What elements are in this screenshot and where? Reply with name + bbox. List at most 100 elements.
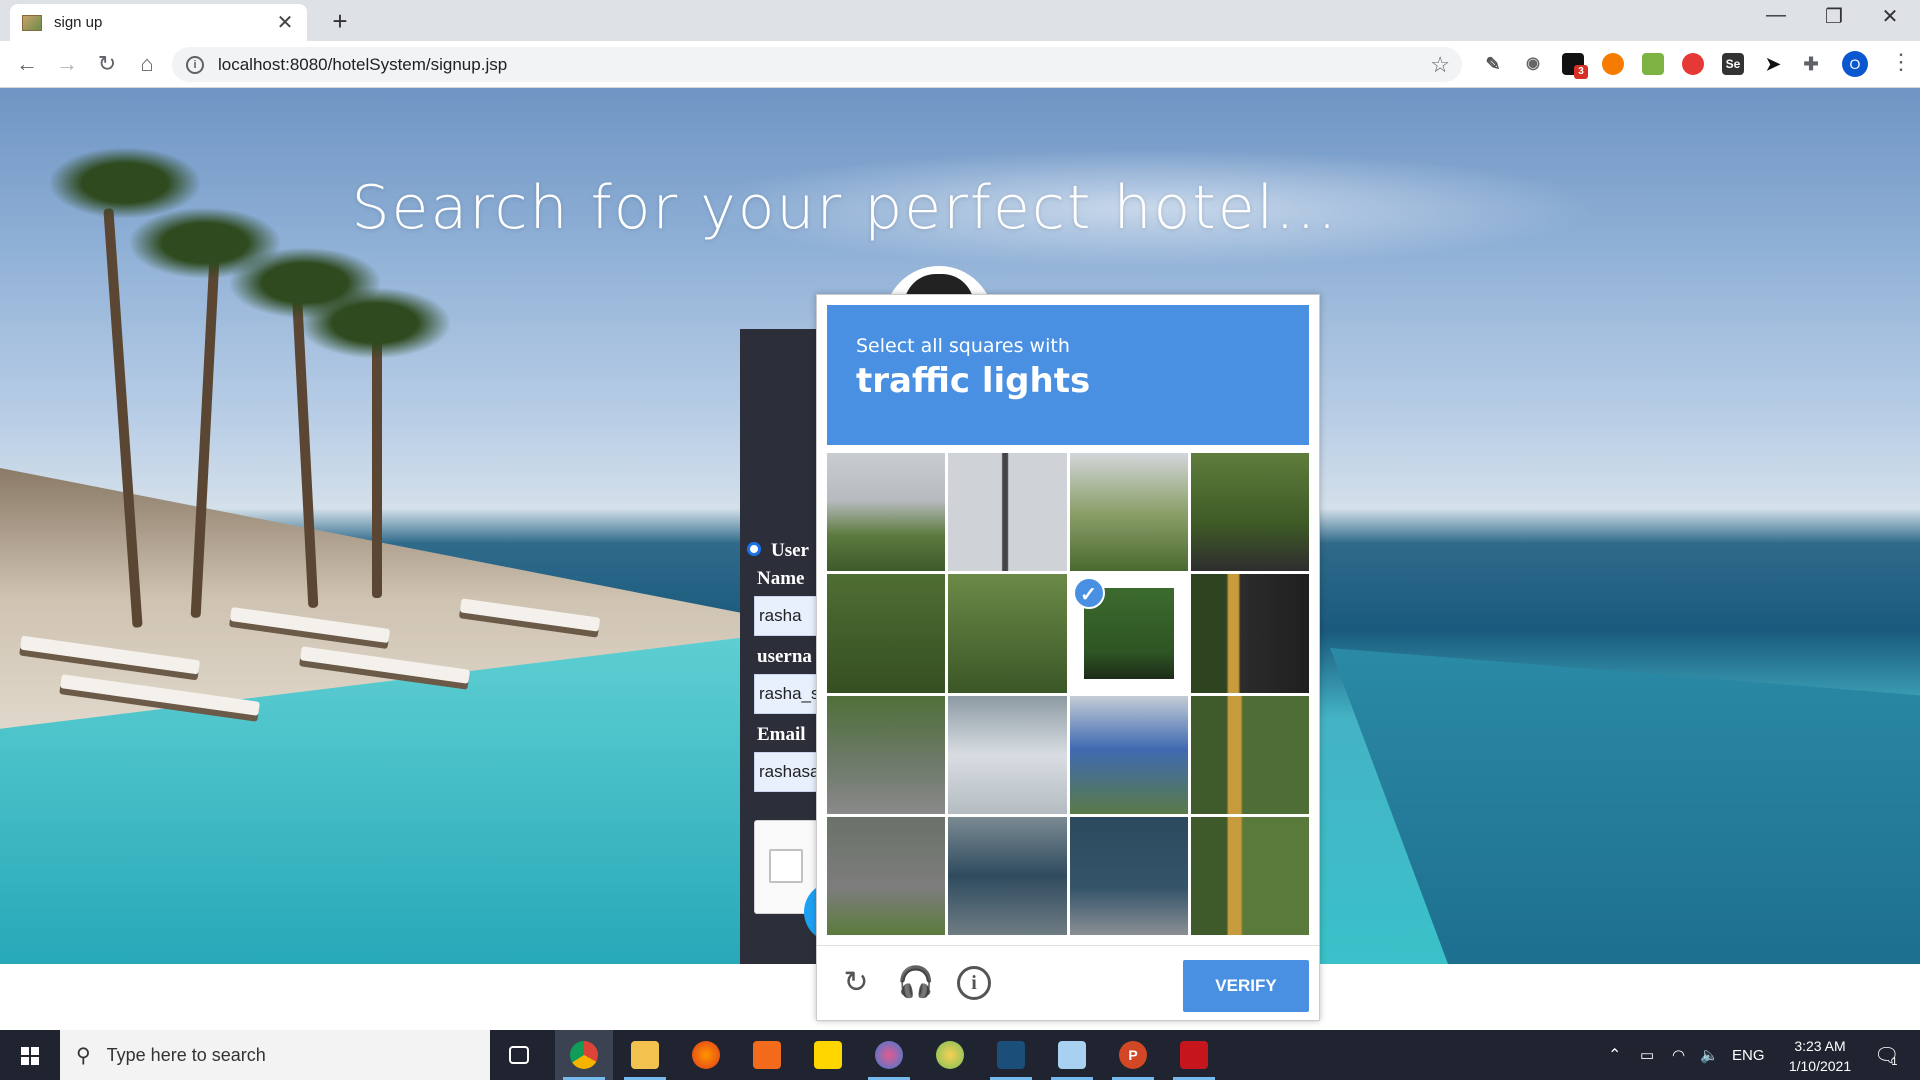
clock-time: 3:23 AM <box>1794 1038 1846 1054</box>
taskbar-paint[interactable] <box>860 1030 918 1080</box>
tray-overflow-icon[interactable]: ⌃ <box>1608 1030 1621 1080</box>
notification-center-icon[interactable]: 🗨 1 <box>1874 1030 1899 1080</box>
captcha-tile[interactable] <box>948 816 1067 935</box>
captcha-tile[interactable] <box>948 574 1067 693</box>
windows-logo-icon <box>21 1047 39 1065</box>
cube-icon <box>1058 1041 1086 1069</box>
tile-checkmark-icon: ✓ <box>1072 577 1105 610</box>
captcha-prompt: Select all squares with <box>856 335 1070 357</box>
taskbar-sticky-notes[interactable] <box>799 1030 857 1080</box>
captcha-tile[interactable] <box>948 453 1067 572</box>
taskbar-file-explorer[interactable] <box>616 1030 674 1080</box>
red-extension-icon[interactable] <box>1682 53 1704 75</box>
captcha-tile[interactable] <box>827 695 946 814</box>
profile-avatar[interactable]: O <box>1842 51 1868 77</box>
taskbar-paint3d[interactable] <box>921 1030 979 1080</box>
hero-title: Search for your perfect hotel... <box>351 173 1339 243</box>
volume-icon[interactable]: 🔈 <box>1700 1030 1719 1080</box>
verify-button[interactable]: VERIFY <box>1183 960 1309 1012</box>
captcha-tile[interactable] <box>827 816 946 935</box>
screenshot-extension-icon[interactable]: ◉ <box>1522 53 1544 75</box>
pdf-icon <box>1180 1041 1208 1069</box>
captcha-tile[interactable] <box>1069 816 1188 935</box>
arrow-extension-icon[interactable]: ➤ <box>1762 53 1784 75</box>
paint-icon <box>875 1041 903 1069</box>
extension-badge-icon[interactable]: 3 <box>1562 53 1588 79</box>
captcha-tile[interactable] <box>1190 574 1309 693</box>
forward-icon[interactable]: → <box>54 51 80 77</box>
battery-icon[interactable]: ▭ <box>1640 1030 1654 1080</box>
browser-toolbar: ← → ↻ ⌂ i localhost:8080/hotelSystem/sig… <box>0 41 1920 88</box>
search-icon: ⚲ <box>76 1044 91 1067</box>
tab-title: sign up <box>54 14 103 31</box>
folder-icon <box>631 1041 659 1069</box>
taskbar-chrome[interactable] <box>555 1030 613 1080</box>
firefox-icon <box>692 1041 720 1069</box>
palette-icon <box>936 1041 964 1069</box>
extension-badge-count: 3 <box>1574 65 1588 79</box>
user-type-radio[interactable] <box>747 542 761 556</box>
xampp-icon <box>753 1041 781 1069</box>
captcha-challenge-dialog: Select all squares with traffic lights ✓… <box>816 294 1320 1021</box>
taskbar-firefox[interactable] <box>677 1030 735 1080</box>
browser-tab[interactable]: sign up ✕ <box>10 4 307 41</box>
extensions-puzzle-icon[interactable]: ✚ <box>1800 53 1822 75</box>
email-label: Email <box>757 724 806 745</box>
minimize-window-icon[interactable]: — <box>1756 4 1796 27</box>
url-text[interactable]: localhost:8080/hotelSystem/signup.jsp <box>218 55 1430 75</box>
taskbar-app-orange[interactable] <box>738 1030 796 1080</box>
recaptcha-checkbox[interactable] <box>769 849 803 883</box>
tab-favicon-icon <box>22 14 42 31</box>
sticky-notes-icon <box>814 1041 842 1069</box>
browser-tab-strip: sign up ✕ + — ❐ ✕ <box>0 0 1920 41</box>
taskbar-mysql[interactable] <box>982 1030 1040 1080</box>
search-placeholder: Type here to search <box>106 1044 266 1065</box>
captcha-tile[interactable] <box>1190 816 1309 935</box>
eyedropper-extension-icon[interactable]: ✎ <box>1482 53 1504 75</box>
captcha-info-icon[interactable]: i <box>957 966 991 1000</box>
reload-challenge-icon[interactable]: ↻ <box>839 966 873 1000</box>
wifi-icon[interactable]: ◠ <box>1672 1030 1685 1080</box>
captcha-tile[interactable] <box>1190 695 1309 814</box>
start-button[interactable] <box>0 1030 60 1080</box>
back-icon[interactable]: ← <box>14 51 40 77</box>
bookmark-star-icon[interactable]: ☆ <box>1430 52 1450 78</box>
address-bar[interactable]: i localhost:8080/hotelSystem/signup.jsp … <box>172 47 1462 82</box>
captcha-tile[interactable] <box>1069 453 1188 572</box>
selenium-extension-icon[interactable]: Se <box>1722 53 1744 75</box>
palm-tree <box>372 328 382 598</box>
captcha-header: Select all squares with traffic lights <box>827 305 1309 445</box>
captcha-target: traffic lights <box>856 361 1091 401</box>
task-view-button[interactable] <box>490 1030 548 1080</box>
taskbar-3d-viewer[interactable] <box>1043 1030 1101 1080</box>
green-extension-icon[interactable] <box>1642 53 1664 75</box>
captcha-tile[interactable] <box>827 453 946 572</box>
home-icon[interactable]: ⌂ <box>134 51 160 77</box>
reload-icon[interactable]: ↻ <box>94 51 120 77</box>
captcha-tile[interactable] <box>948 695 1067 814</box>
new-tab-button[interactable]: + <box>326 6 354 37</box>
taskbar-powerpoint[interactable]: P <box>1104 1030 1162 1080</box>
captcha-tile[interactable] <box>1190 453 1309 572</box>
task-view-icon <box>509 1046 529 1064</box>
orange-extension-icon[interactable] <box>1602 53 1624 75</box>
clock-date: 1/10/2021 <box>1788 1058 1852 1074</box>
database-icon <box>997 1041 1025 1069</box>
taskbar-clock[interactable]: 3:23 AM 1/10/2021 <box>1760 1036 1880 1076</box>
captcha-tile[interactable] <box>1069 695 1188 814</box>
taskbar-acrobat[interactable] <box>1165 1030 1223 1080</box>
tab-close-icon[interactable]: ✕ <box>275 10 295 35</box>
powerpoint-icon: P <box>1119 1041 1147 1069</box>
close-window-icon[interactable]: ✕ <box>1870 4 1910 29</box>
restore-window-icon[interactable]: ❐ <box>1814 4 1854 29</box>
captcha-footer: ↻ 🎧 i VERIFY <box>817 945 1319 1021</box>
site-info-icon[interactable]: i <box>186 55 204 74</box>
captcha-tile-selected[interactable]: ✓ <box>1069 574 1188 693</box>
audio-challenge-icon[interactable]: 🎧 <box>897 966 934 1000</box>
taskbar-search-box[interactable]: ⚲ Type here to search <box>60 1030 490 1080</box>
chrome-icon <box>570 1041 598 1069</box>
captcha-tile[interactable] <box>827 574 946 693</box>
pool-right <box>1330 648 1920 964</box>
notification-count: 1 <box>1891 1056 1898 1068</box>
browser-menu-icon[interactable]: ⋮ <box>1890 49 1912 75</box>
